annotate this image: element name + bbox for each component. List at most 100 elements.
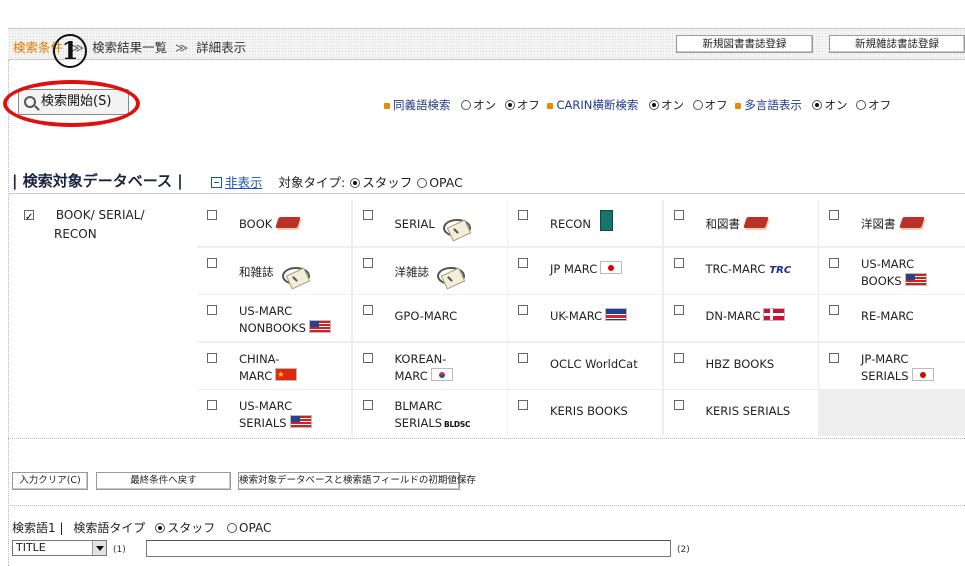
database-label: 和図書 [706, 213, 772, 233]
database-cell: HBZ BOOKS [663, 342, 818, 389]
carin-off-radio[interactable] [692, 100, 703, 110]
database-checkbox[interactable] [829, 305, 839, 315]
keyword-input[interactable] [146, 540, 671, 557]
database-checkbox[interactable] [518, 210, 528, 220]
magazine-icon [281, 266, 310, 285]
section-bar: | [177, 172, 183, 190]
new-book-record-button[interactable]: 新規図書書誌登録 [676, 35, 813, 53]
database-cell: TRC-MARC TRC [663, 247, 818, 294]
database-checkbox[interactable] [673, 257, 684, 268]
database-cell: GPO-MARC [352, 295, 507, 341]
hide-link[interactable]: 非表示 [225, 175, 263, 190]
database-label-line2: MARC [394, 368, 428, 383]
database-label-line1: RE-MARC [861, 309, 914, 323]
restore-last-conditions-button[interactable]: 最終条件へ戻す [96, 472, 231, 490]
keyword-opac-radio[interactable] [227, 523, 238, 533]
database-checkbox[interactable] [362, 400, 373, 410]
database-checkbox[interactable] [518, 305, 528, 315]
japan-flag-icon [600, 260, 623, 274]
database-label-line2: SERIALS [861, 368, 909, 383]
database-checkbox[interactable] [362, 257, 373, 268]
database-label-line1: 洋図書 [861, 217, 896, 231]
target-staff-radio[interactable] [350, 178, 361, 188]
clear-input-button[interactable]: 入力クリア(C) [12, 472, 88, 490]
multilang-label: 多言語表示 [744, 98, 802, 112]
target-type-label: 対象タイプ: [278, 175, 346, 190]
synonym-on-radio[interactable] [461, 100, 472, 110]
database-label-line1: 和図書 [705, 217, 741, 231]
group-checkbox[interactable] [24, 208, 34, 227]
database-checkbox[interactable] [673, 400, 684, 410]
database-checkbox[interactable] [673, 210, 684, 220]
carin-on-radio[interactable] [649, 100, 660, 110]
database-label: CHINA- MARC [239, 351, 298, 385]
database-label-line1: US-MARC [861, 256, 915, 271]
multilang-off-radio[interactable] [856, 100, 867, 110]
callout-number: 1 [50, 29, 90, 69]
database-checkbox[interactable] [829, 352, 839, 363]
bullet-icon [384, 102, 390, 109]
database-checkbox[interactable] [829, 257, 839, 268]
target-opac-radio[interactable] [417, 178, 428, 188]
database-label-line1: US-MARC [239, 304, 293, 318]
database-checkbox[interactable] [207, 257, 217, 268]
new-serial-record-button[interactable]: 新規雑誌書誌登録 [829, 35, 965, 53]
target-opac-label: OPAC [429, 175, 463, 190]
group-cell: BOOK/ SERIAL/ RECON [24, 206, 144, 244]
database-checkbox[interactable] [518, 257, 528, 268]
section-bar: | [12, 172, 18, 190]
database-checkbox[interactable] [362, 305, 373, 315]
bullet-icon [547, 102, 554, 109]
database-checkbox[interactable] [829, 210, 839, 220]
red-book-icon [899, 213, 927, 231]
synonym-off-radio[interactable] [504, 100, 515, 110]
magazine-icon [437, 266, 465, 285]
database-checkbox[interactable] [362, 352, 373, 363]
database-checkbox[interactable] [207, 210, 217, 220]
database-checkbox[interactable] [207, 352, 217, 363]
database-label-line2: NONBOOKS [239, 321, 306, 335]
china-flag-icon [275, 366, 298, 383]
database-checkbox[interactable] [207, 305, 217, 315]
bldsc-logo: BLDSC [444, 420, 471, 429]
database-checkbox[interactable] [207, 400, 217, 410]
header-bar: 検索条件 ≫ 検索結果一覧 ≫ 詳細表示 新規図書書誌登録 新規雑誌書誌登録 [8, 28, 965, 60]
database-checkbox[interactable] [518, 400, 528, 410]
keyword-staff-radio[interactable] [155, 523, 166, 533]
database-label-line1: RECON [550, 217, 591, 231]
database-label-line2: SERIALS [394, 416, 443, 430]
keyword-opac-label: OPAC [239, 521, 272, 535]
database-label: KOREAN- MARC [395, 351, 453, 385]
collapse-icon[interactable] [211, 177, 222, 188]
keyword-bar: | [59, 521, 64, 535]
section-title-text: 検索対象データベース [22, 172, 172, 190]
database-grid: BOOK SERIAL RECON 和図書 洋図書 和雑誌 洋雑誌 JP MARC TRC-MA… [197, 200, 965, 436]
multilang-off-label: オフ [868, 98, 892, 112]
database-cell: JP MARC [508, 247, 662, 294]
save-defaults-button[interactable]: 検索対象データベースと検索語フィールドの初期値保存 [238, 472, 476, 490]
database-label-line1: KERIS SERIALS [705, 404, 791, 418]
database-checkbox[interactable] [673, 305, 684, 315]
trc-logo: TRC [769, 264, 792, 276]
group-label-line2: RECON [54, 227, 97, 241]
japan-flag-icon [911, 367, 934, 381]
multilang-on-label: オン [824, 98, 848, 112]
database-label: US-MARC BOOKS [861, 256, 927, 290]
database-checkbox[interactable] [673, 352, 684, 363]
database-cell: 洋雑誌 [352, 247, 507, 294]
database-label: JP-MARC SERIALS [861, 351, 934, 385]
database-cell: RECON [508, 200, 662, 246]
database-cell: JP-MARC SERIALS [819, 342, 965, 389]
database-cell: BOOK [197, 200, 351, 246]
database-cell: US-MARC SERIALS [197, 390, 351, 436]
database-label-line1: 和雑誌 [239, 264, 274, 279]
carin-off-label: オフ [704, 98, 728, 112]
section-title: | 検索対象データベース | [12, 170, 183, 191]
database-checkbox[interactable] [518, 352, 528, 363]
field-select[interactable]: TITLE [12, 540, 107, 556]
breadcrumb-result-list: 検索結果一覧 [92, 40, 168, 55]
database-checkbox[interactable] [362, 210, 373, 220]
database-label-line2: SERIALS [239, 416, 287, 430]
chevron-down-icon[interactable] [92, 541, 106, 555]
multilang-on-radio[interactable] [812, 100, 823, 110]
